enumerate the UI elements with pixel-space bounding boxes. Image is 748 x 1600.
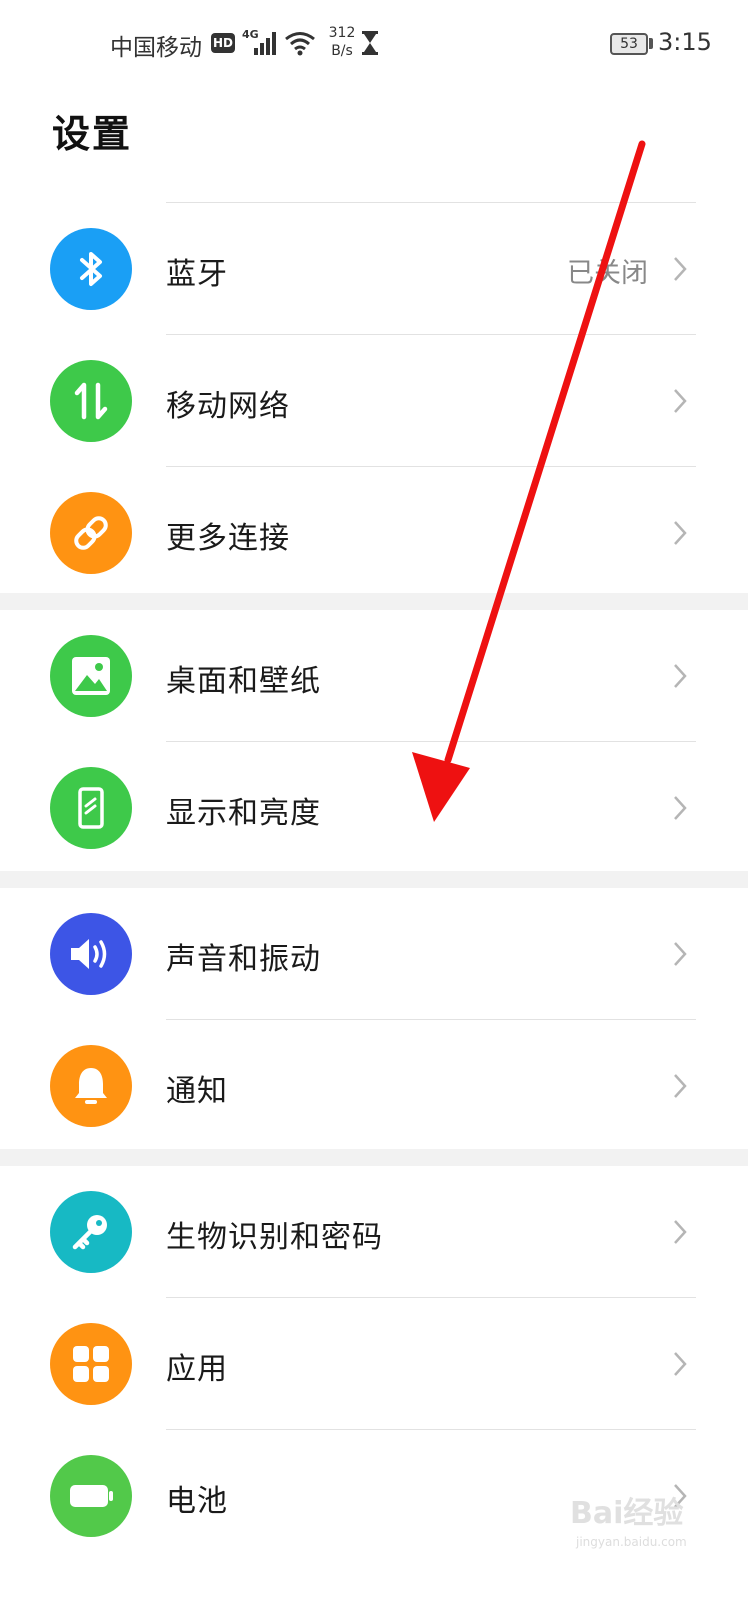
- settings-item-label: 生物识别和密码: [166, 1220, 383, 1255]
- signal-icon: [254, 32, 276, 55]
- status-bar: 中国移动 HD 4G 312 B/s 53 3:15: [0, 0, 748, 86]
- hd-badge: HD: [211, 33, 235, 53]
- chevron-right-icon: [674, 796, 687, 820]
- hourglass-icon: [362, 31, 378, 55]
- settings-item-label: 更多连接: [166, 521, 290, 556]
- settings-item-label: 移动网络: [166, 389, 290, 424]
- settings-item-label: 显示和亮度: [166, 796, 321, 831]
- group-gap: [0, 871, 748, 888]
- watermark: Bai经验: [570, 1496, 684, 1531]
- settings-item-label: 通知: [166, 1074, 228, 1109]
- settings-item-status: 已关闭: [567, 258, 648, 289]
- bluetooth-icon: [50, 228, 132, 310]
- chevron-right-icon: [674, 1220, 687, 1244]
- chevron-right-icon: [674, 521, 687, 545]
- settings-item-notifications[interactable]: 通知: [0, 1020, 748, 1152]
- chevron-right-icon: [674, 389, 687, 413]
- bell-icon: [50, 1045, 132, 1127]
- settings-item-more-connections[interactable]: 更多连接: [0, 467, 748, 599]
- wallpaper-icon: [50, 635, 132, 717]
- settings-item-biometrics-password[interactable]: 生物识别和密码: [0, 1166, 748, 1298]
- wifi-icon: [285, 32, 315, 56]
- settings-item-label: 蓝牙: [166, 257, 228, 292]
- link-icon: [50, 492, 132, 574]
- carrier-name: 中国移动: [110, 35, 202, 61]
- chevron-right-icon: [674, 664, 687, 688]
- clock: 3:15: [658, 28, 712, 56]
- settings-item-apps[interactable]: 应用: [0, 1298, 748, 1430]
- chevron-right-icon: [674, 1074, 687, 1098]
- settings-item-label: 桌面和壁纸: [166, 664, 321, 699]
- speed-unit: B/s: [331, 43, 353, 59]
- settings-item-bluetooth[interactable]: 蓝牙 已关闭: [0, 203, 748, 335]
- apps-grid-icon: [50, 1323, 132, 1405]
- network-speed: 312 B/s: [322, 24, 362, 60]
- page-title: 设置: [52, 112, 133, 156]
- speed-value: 312: [328, 25, 356, 41]
- settings-item-display-brightness[interactable]: 显示和亮度: [0, 742, 748, 874]
- group-gap: [0, 593, 748, 610]
- settings-group-sound: 声音和振动 通知: [0, 888, 748, 1152]
- battery-icon: [50, 1455, 132, 1537]
- battery-tip: [649, 38, 653, 49]
- chevron-right-icon: [674, 1352, 687, 1376]
- chevron-right-icon: [674, 942, 687, 966]
- battery-indicator: 53: [610, 33, 648, 55]
- group-gap: [0, 1149, 748, 1166]
- settings-group-display: 桌面和壁纸 显示和亮度: [0, 610, 748, 874]
- chevron-right-icon: [674, 257, 687, 281]
- settings-group-connectivity: 蓝牙 已关闭 移动网络 更多连接: [0, 203, 748, 599]
- mobile-data-icon: [50, 360, 132, 442]
- settings-item-label: 声音和振动: [166, 942, 321, 977]
- display-icon: [50, 767, 132, 849]
- watermark-url: jingyan.baidu.com: [576, 1535, 687, 1549]
- settings-item-label: 电池: [166, 1484, 228, 1519]
- key-icon: [50, 1191, 132, 1273]
- settings-item-mobile-network[interactable]: 移动网络: [0, 335, 748, 467]
- settings-item-label: 应用: [166, 1352, 228, 1387]
- settings-item-sound-vibration[interactable]: 声音和振动: [0, 888, 748, 1020]
- sound-icon: [50, 913, 132, 995]
- settings-item-home-wallpaper[interactable]: 桌面和壁纸: [0, 610, 748, 742]
